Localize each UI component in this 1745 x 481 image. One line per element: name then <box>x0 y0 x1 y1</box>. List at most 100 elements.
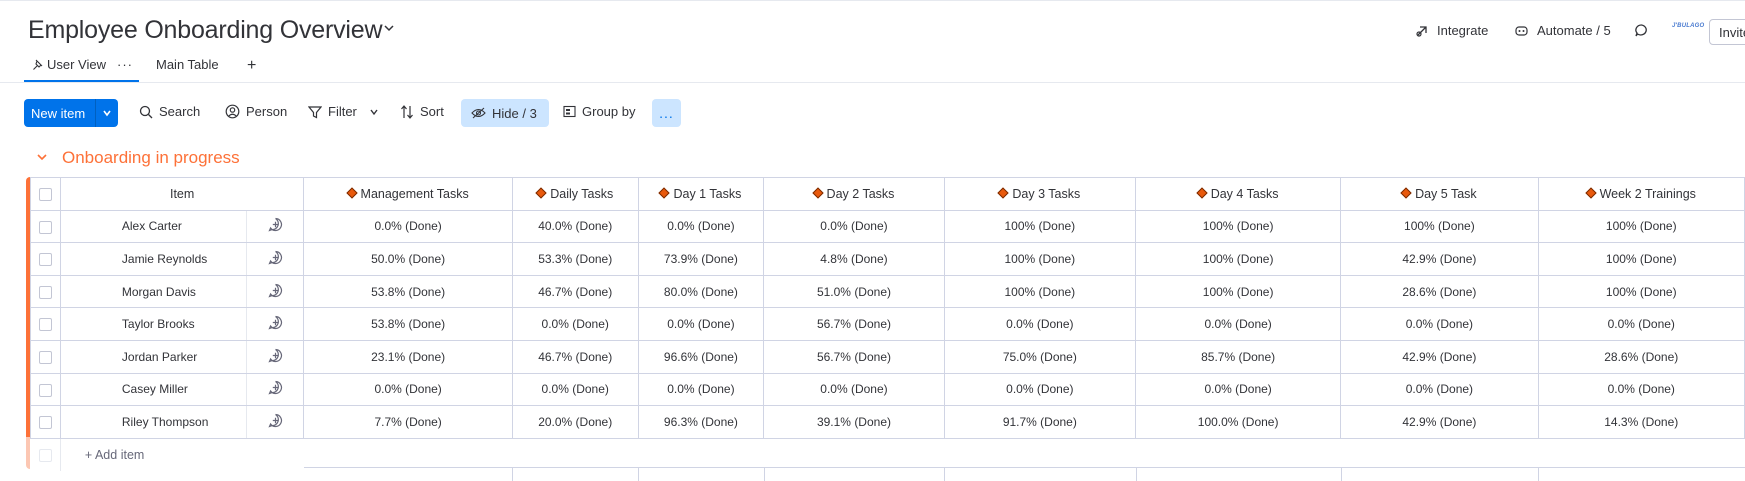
formula-cell[interactable]: 0.0% (Done) <box>1134 372 1342 407</box>
formula-cell[interactable]: 56.7% (Done) <box>763 307 945 341</box>
formula-cell[interactable]: 42.9% (Done) <box>1340 339 1539 374</box>
row-checkbox-cell[interactable] <box>30 339 61 374</box>
formula-cell[interactable]: 39.1% (Done) <box>763 405 945 439</box>
formula-cell[interactable]: 0.0% (Done) <box>943 372 1137 407</box>
chevron-down-icon[interactable] <box>369 107 379 117</box>
formula-cell[interactable]: 100% (Done) <box>943 274 1137 309</box>
new-item-dropdown[interactable] <box>96 108 118 118</box>
checkbox[interactable] <box>38 285 52 299</box>
add-update-icon[interactable] <box>267 217 283 232</box>
table-row[interactable]: Riley Thompson 7.7% (Done) 20.0% (Done) 96.… <box>30 405 1745 439</box>
formula-cell[interactable]: 56.7% (Done) <box>763 339 945 374</box>
updates-cell[interactable] <box>245 242 305 276</box>
table-row[interactable]: Morgan Davis 53.8% (Done) 46.7% (Done) 80.0… <box>30 274 1745 309</box>
checkbox[interactable] <box>38 350 52 364</box>
formula-cell[interactable]: 0.0% (Done) <box>1340 307 1539 341</box>
formula-cell[interactable]: 100% (Done) <box>1134 209 1342 244</box>
formula-cell[interactable]: 0.0% (Done) <box>763 209 945 244</box>
item-name-cell[interactable]: Jordan Parker <box>59 339 247 374</box>
formula-cell[interactable]: 0.0% (Done) <box>763 372 945 407</box>
checkbox[interactable] <box>38 253 52 267</box>
add-update-icon[interactable] <box>267 250 283 265</box>
column-header-day-2-tasks[interactable]: Day 2 Tasks <box>763 177 945 211</box>
formula-cell[interactable]: 46.7% (Done) <box>511 274 639 309</box>
updates-cell[interactable] <box>245 339 305 374</box>
formula-cell[interactable]: 0.0% (Done) <box>1340 372 1539 407</box>
column-header-week-2-trainings[interactable]: Week 2 Trainings <box>1537 177 1745 211</box>
formula-cell[interactable]: 28.6% (Done) <box>1537 339 1745 374</box>
tab-options-icon[interactable]: ··· <box>117 57 133 72</box>
item-column-header[interactable]: Item <box>59 177 305 211</box>
formula-cell[interactable]: 0.0% (Done) <box>1537 372 1745 407</box>
group-by-button[interactable]: Group by <box>563 104 635 119</box>
formula-cell[interactable]: 100% (Done) <box>1134 274 1342 309</box>
add-update-icon[interactable] <box>267 380 283 395</box>
formula-cell[interactable]: 0.0% (Done) <box>637 372 765 407</box>
row-checkbox-cell[interactable] <box>30 307 61 341</box>
formula-cell[interactable]: 85.7% (Done) <box>1134 339 1342 374</box>
search-button[interactable]: Search <box>139 104 200 119</box>
item-name-cell[interactable]: Jamie Reynolds <box>59 242 247 276</box>
formula-cell[interactable]: 42.9% (Done) <box>1340 405 1539 439</box>
board-title[interactable]: Employee Onboarding Overview <box>28 16 383 45</box>
formula-cell[interactable]: 100% (Done) <box>1134 242 1342 276</box>
hide-columns-button[interactable]: Hide / 3 <box>461 99 549 127</box>
tab-user-view[interactable]: User View <box>32 57 106 72</box>
select-all-checkbox[interactable] <box>30 177 61 211</box>
tab-main-table[interactable]: Main Table <box>156 57 219 72</box>
formula-cell[interactable]: 91.7% (Done) <box>943 405 1137 439</box>
formula-cell[interactable]: 0.0% (Done) <box>1134 307 1342 341</box>
item-name-cell[interactable]: Morgan Davis <box>59 274 247 309</box>
formula-cell[interactable]: 53.8% (Done) <box>303 307 513 341</box>
formula-cell[interactable]: 7.7% (Done) <box>303 405 513 439</box>
chevron-down-icon[interactable] <box>383 22 395 34</box>
formula-cell[interactable]: 100% (Done) <box>1537 209 1745 244</box>
formula-cell[interactable]: 0.0% (Done) <box>637 209 765 244</box>
add-view-icon[interactable]: + <box>247 57 256 75</box>
formula-cell[interactable]: 53.3% (Done) <box>511 242 639 276</box>
person-filter-button[interactable]: Person <box>225 104 287 119</box>
column-header-day-3-tasks[interactable]: Day 3 Tasks <box>943 177 1137 211</box>
item-name-cell[interactable]: Alex Carter <box>59 209 247 244</box>
add-item-row[interactable]: + Add item <box>30 438 1745 471</box>
add-item-input[interactable]: + Add item <box>60 438 304 471</box>
integrate-button[interactable]: Integrate <box>1415 23 1488 38</box>
formula-cell[interactable]: 0.0% (Done) <box>511 307 639 341</box>
row-checkbox-cell[interactable] <box>30 242 61 276</box>
group-title[interactable]: Onboarding in progress <box>62 148 240 168</box>
table-row[interactable]: Jamie Reynolds 50.0% (Done) 53.3% (Done) 73… <box>30 242 1745 276</box>
updates-cell[interactable] <box>245 307 305 341</box>
formula-cell[interactable]: 50.0% (Done) <box>303 242 513 276</box>
formula-cell[interactable]: 42.9% (Done) <box>1340 242 1539 276</box>
more-options-button[interactable]: ... <box>652 99 681 127</box>
checkbox[interactable] <box>38 416 52 430</box>
checkbox[interactable] <box>38 383 52 397</box>
formula-cell[interactable]: 80.0% (Done) <box>637 274 765 309</box>
row-checkbox-cell[interactable] <box>30 209 61 244</box>
checkbox[interactable] <box>38 187 52 201</box>
formula-cell[interactable]: 40.0% (Done) <box>511 209 639 244</box>
formula-cell[interactable]: 100% (Done) <box>943 209 1137 244</box>
updates-cell[interactable] <box>245 372 305 407</box>
formula-cell[interactable]: 28.6% (Done) <box>1340 274 1539 309</box>
table-row[interactable]: Taylor Brooks 53.8% (Done) 0.0% (Done) 0.0%… <box>30 307 1745 341</box>
add-update-icon[interactable] <box>267 413 283 428</box>
table-row[interactable]: Alex Carter 0.0% (Done) 40.0% (Done) 0.0% (… <box>30 209 1745 244</box>
item-name-cell[interactable]: Riley Thompson <box>59 405 247 439</box>
filter-button[interactable]: Filter <box>308 104 379 119</box>
invite-button[interactable]: Invite <box>1709 19 1745 45</box>
checkbox[interactable] <box>38 318 52 332</box>
add-update-icon[interactable] <box>267 348 283 363</box>
sort-button[interactable]: Sort <box>400 104 444 119</box>
chat-icon[interactable] <box>1634 23 1649 38</box>
automate-button[interactable]: Automate / 5 <box>1514 23 1611 38</box>
item-name-cell[interactable]: Casey Miller <box>59 372 247 407</box>
add-update-icon[interactable] <box>267 315 283 330</box>
formula-cell[interactable]: 96.3% (Done) <box>637 405 765 439</box>
formula-cell[interactable]: 100.0% (Done) <box>1134 405 1342 439</box>
updates-cell[interactable] <box>245 274 305 309</box>
column-header-day-4-tasks[interactable]: Day 4 Tasks <box>1134 177 1342 211</box>
add-update-icon[interactable] <box>267 283 283 298</box>
formula-cell[interactable]: 0.0% (Done) <box>637 307 765 341</box>
formula-cell[interactable]: 100% (Done) <box>1537 242 1745 276</box>
